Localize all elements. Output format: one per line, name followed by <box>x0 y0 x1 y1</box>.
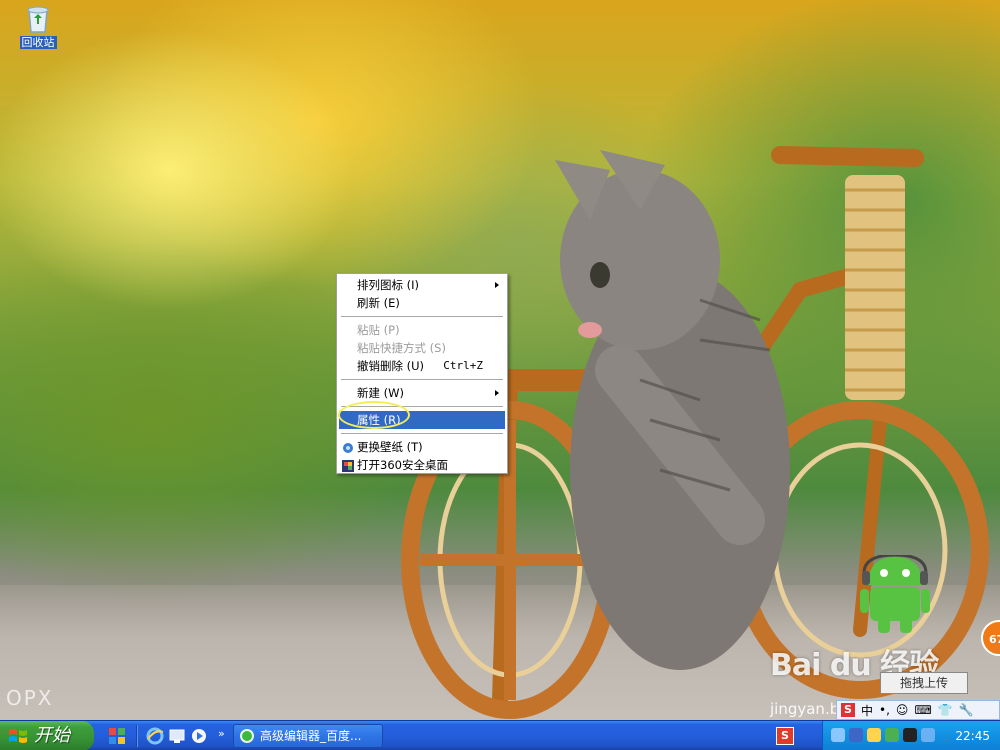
menu-item-label: 排列图标 (I) <box>357 278 420 292</box>
menu-item-undo-delete[interactable]: 撤销删除 (U) Ctrl+Z <box>339 357 505 375</box>
menu-item-label: 新建 (W) <box>357 386 404 400</box>
volume-icon[interactable] <box>921 728 935 742</box>
menu-item-properties[interactable]: 属性 (R) <box>339 411 505 429</box>
sogou-ime-icon[interactable]: S <box>841 703 855 717</box>
taskbar-window-button[interactable]: 高级编辑器_百度... <box>233 724 383 748</box>
network-icon[interactable] <box>831 728 845 742</box>
keyboard-icon[interactable]: ⌨ <box>914 703 931 717</box>
settings-wrench-icon[interactable]: 🔧 <box>959 703 974 717</box>
menu-item-new[interactable]: 新建 (W) <box>339 384 505 402</box>
desktop-context-menu[interactable]: 排列图标 (I) 刷新 (E) 粘贴 (P) 粘贴快捷方式 (S) 撤销删除 (… <box>336 273 508 474</box>
qq-icon[interactable] <box>903 728 917 742</box>
punctuation-icon[interactable]: •, <box>879 703 890 717</box>
media-player-icon[interactable] <box>190 727 208 745</box>
360-desktop-icon <box>342 459 354 472</box>
quick-launch-more-chevron[interactable]: » <box>218 727 225 740</box>
corner-watermark: OPX <box>6 686 54 710</box>
start-label: 开始 <box>34 725 70 746</box>
menu-item-change-wallpaper[interactable]: 更换壁纸 (T) <box>339 438 505 456</box>
desktop[interactable]: 回收站 排列图标 (I) 刷新 (E) 粘贴 (P) 粘贴快捷方式 (S) 撤销… <box>0 0 1000 720</box>
menu-item-label: 粘贴快捷方式 (S) <box>357 341 446 355</box>
show-desktop-icon[interactable] <box>168 727 186 745</box>
taskbar-window-title: 高级编辑器_百度... <box>260 729 362 743</box>
tray-clock[interactable]: 22:45 <box>955 721 990 750</box>
upload-button[interactable]: 拖拽上传 <box>880 672 968 694</box>
browser-window-icon <box>240 729 254 743</box>
menu-item-label: 属性 (R) <box>357 413 401 427</box>
menu-item-label: 打开360安全桌面 <box>357 458 448 472</box>
menu-item-open-360-desktop[interactable]: 打开360安全桌面 <box>339 456 505 474</box>
360-guard-icon[interactable] <box>885 728 899 742</box>
quick-launch-separator <box>136 725 138 747</box>
quick-launch-app-icon[interactable] <box>108 727 126 745</box>
bluetooth-icon[interactable] <box>849 728 863 742</box>
taskbar: 开始 » 高级编辑器_百度... S 22:45 <box>0 720 1000 750</box>
menu-item-shortcut: Ctrl+Z <box>443 359 483 372</box>
recycle-bin-label: 回收站 <box>19 36 57 49</box>
android-robot-widget[interactable] <box>860 555 930 635</box>
menu-item-paste: 粘贴 (P) <box>339 321 505 339</box>
ime-mode-label[interactable]: 中 <box>861 702 873 719</box>
menu-item-refresh[interactable]: 刷新 (E) <box>339 294 505 312</box>
system-tray: 22:45 <box>822 721 1000 750</box>
menu-separator <box>341 379 503 380</box>
menu-item-label: 刷新 (E) <box>357 296 400 310</box>
menu-separator <box>341 433 503 434</box>
windows-logo-icon <box>9 729 27 743</box>
menu-item-label: 更换壁纸 (T) <box>357 440 423 454</box>
ime-toolbar[interactable]: S 中 •, ☺ ⌨ 👕 🔧 <box>836 700 1000 720</box>
desktop-icon-recycle-bin[interactable]: 回收站 <box>14 2 62 49</box>
skin-icon[interactable]: 👕 <box>938 703 953 717</box>
wallpaper-icon <box>342 441 354 453</box>
menu-separator <box>341 406 503 407</box>
sogou-taskbar-icon[interactable]: S <box>776 727 794 745</box>
recycle-bin-icon <box>23 2 53 34</box>
menu-item-arrange-icons[interactable]: 排列图标 (I) <box>339 276 505 294</box>
submenu-arrow-icon <box>495 282 499 288</box>
smiley-icon[interactable]: ☺ <box>896 703 909 717</box>
ie-browser-icon[interactable] <box>146 727 164 745</box>
menu-separator <box>341 316 503 317</box>
menu-item-label: 撤销删除 (U) <box>357 359 425 373</box>
submenu-arrow-icon <box>495 390 499 396</box>
menu-item-paste-shortcut: 粘贴快捷方式 (S) <box>339 339 505 357</box>
security-shield-icon[interactable] <box>867 728 881 742</box>
menu-item-label: 粘贴 (P) <box>357 323 400 337</box>
start-button[interactable]: 开始 <box>0 721 94 750</box>
